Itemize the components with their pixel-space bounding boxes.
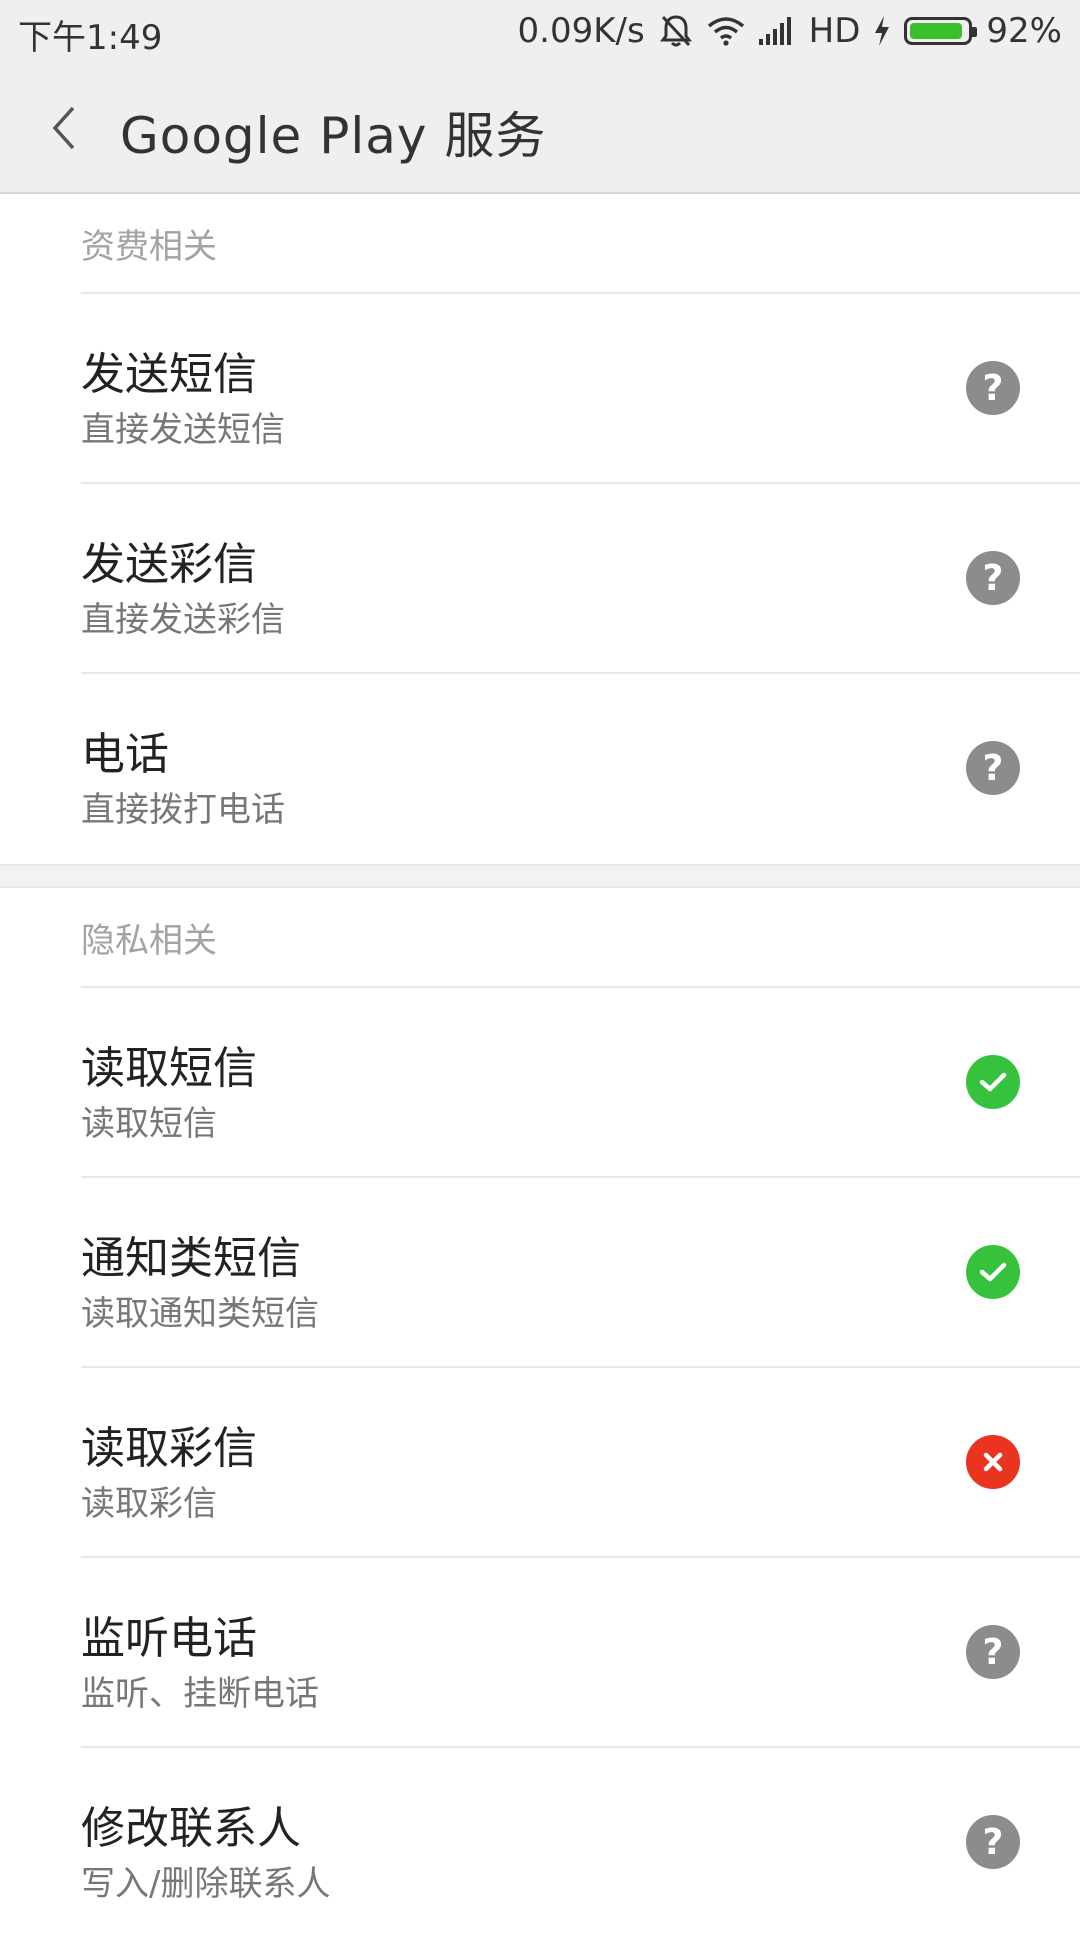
permission-row[interactable]: 监听电话监听、挂断电话? bbox=[81, 1558, 1080, 1748]
permission-title: 发送短信 bbox=[81, 349, 257, 400]
question-icon[interactable]: ? bbox=[966, 551, 1020, 605]
permission-description: 读取短信 bbox=[81, 1104, 217, 1144]
permission-row[interactable]: 读取彩信 读取彩信 bbox=[81, 1368, 1080, 1558]
permission-description: 读取通知类短信 bbox=[81, 1294, 319, 1334]
check-icon[interactable] bbox=[966, 1245, 1020, 1299]
permission-row[interactable]: 发送短信直接发送短信? bbox=[81, 294, 1080, 484]
permission-description: 直接发送彩信 bbox=[81, 600, 285, 640]
permission-description: 写入/删除联系人 bbox=[81, 1864, 331, 1904]
status-bar: 下午1:49 0.09K/s HD 92% bbox=[0, 0, 1080, 62]
wifi-icon bbox=[707, 16, 745, 46]
permission-row[interactable]: 修改联系人写入/删除联系人? bbox=[81, 1748, 1080, 1938]
battery-percent: 92% bbox=[986, 11, 1062, 51]
section-header: 资费相关 bbox=[81, 194, 1080, 294]
battery-fill bbox=[910, 23, 962, 39]
cross-icon[interactable] bbox=[966, 1435, 1020, 1489]
section-header: 隐私相关 bbox=[81, 888, 1080, 988]
status-time: 下午1:49 bbox=[18, 18, 163, 58]
permission-description: 直接拨打电话 bbox=[81, 790, 285, 830]
permission-title: 电话 bbox=[81, 729, 169, 780]
question-icon[interactable]: ? bbox=[966, 741, 1020, 795]
permission-row[interactable]: 电话直接拨打电话? bbox=[81, 674, 1080, 864]
app-bar: Google Play 服务 bbox=[0, 62, 1080, 194]
permission-title: 修改联系人 bbox=[81, 1803, 301, 1854]
page-title: Google Play 服务 bbox=[120, 107, 547, 165]
permission-list: 资费相关 发送短信 直接发送短信? 发送彩信 直接发送彩信? 电话 直接拨打电话? 隐私相关读… bbox=[0, 194, 1080, 1938]
permission-title: 发送彩信 bbox=[81, 539, 257, 590]
chevron-left-icon bbox=[52, 106, 75, 150]
charging-icon bbox=[874, 16, 890, 46]
hd-label: HD bbox=[808, 11, 861, 51]
permission-title: 读取短信 bbox=[81, 1043, 257, 1094]
permission-title: 读取彩信 bbox=[81, 1423, 257, 1474]
question-icon[interactable]: ? bbox=[966, 1625, 1020, 1679]
question-icon[interactable]: ? bbox=[966, 361, 1020, 415]
battery-icon bbox=[904, 17, 978, 45]
permission-description: 监听、挂断电话 bbox=[81, 1674, 319, 1714]
permission-row[interactable]: 通知类短信读取通知类短信 bbox=[81, 1178, 1080, 1368]
check-icon[interactable] bbox=[966, 1055, 1020, 1109]
permission-row[interactable]: 发送彩信直接发送彩信? bbox=[81, 484, 1080, 674]
network-speed: 0.09K/s bbox=[517, 11, 645, 51]
permission-description: 读取彩信 bbox=[81, 1484, 217, 1524]
question-icon[interactable]: ? bbox=[966, 1815, 1020, 1869]
permission-title: 通知类短信 bbox=[81, 1233, 301, 1284]
permission-row[interactable]: 读取短信 读取短信 bbox=[81, 988, 1080, 1178]
permission-description: 直接发送短信 bbox=[81, 410, 285, 450]
permission-title: 监听电话 bbox=[81, 1613, 257, 1664]
status-icons: 0.09K/s HD 92% bbox=[518, 8, 1063, 54]
mute-bell-icon bbox=[659, 13, 693, 49]
back-button[interactable] bbox=[34, 98, 94, 158]
signal-icon bbox=[758, 17, 795, 45]
section-divider bbox=[0, 864, 1080, 888]
